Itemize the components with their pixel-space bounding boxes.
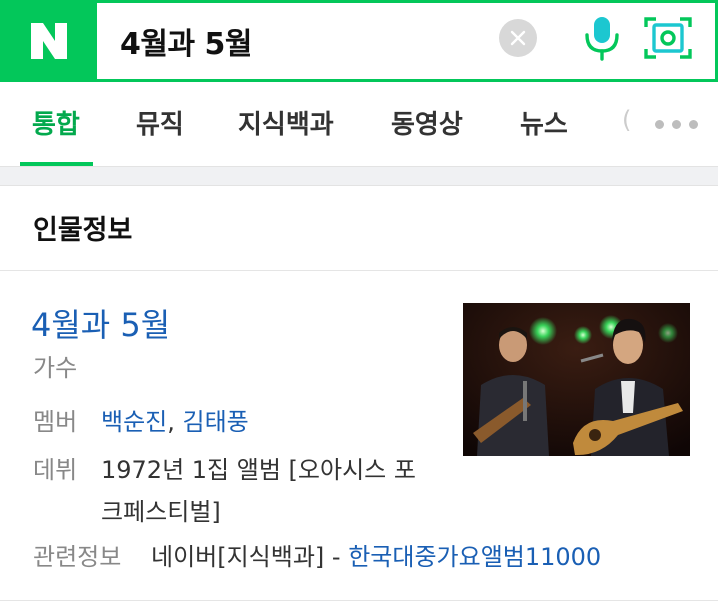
tab-partial-overflow[interactable]: ( — [622, 106, 631, 134]
search-bar: 4월과 5월 — [0, 0, 718, 82]
divider — [0, 270, 718, 271]
debut-value-line2: 크페스티벌] — [101, 498, 221, 526]
clear-icon — [510, 30, 526, 46]
member-separator: , — [167, 408, 183, 436]
person-photo[interactable] — [463, 303, 690, 456]
section-gap — [0, 166, 718, 186]
two-singers-photo — [463, 303, 690, 456]
tab-music[interactable]: 뮤직 — [136, 104, 184, 141]
person-name-link[interactable]: 4월과 5월 — [31, 300, 170, 346]
n-logo-icon — [30, 23, 67, 59]
search-input[interactable]: 4월과 5월 — [120, 19, 253, 63]
clear-button[interactable] — [499, 19, 537, 57]
related-value: 네이버[지식백과] - 한국대중가요앨범11000 — [151, 537, 601, 577]
member-link[interactable]: 백순진 — [101, 408, 167, 436]
more-icon[interactable] — [655, 120, 698, 129]
search-tabs: 통합 뮤직 지식백과 동영상 뉴스 ( — [0, 82, 718, 166]
mic-icon[interactable] — [582, 15, 622, 61]
member-link[interactable]: 김태풍 — [183, 408, 249, 436]
member-label: 멤버 — [33, 408, 78, 436]
debut-value-line1: 1972년 1집 앨범 [오아시스 포 — [101, 456, 416, 484]
tab-encyclopedia[interactable]: 지식백과 — [238, 104, 334, 141]
related-source: 네이버[지식백과] - — [151, 543, 349, 571]
debut-label: 데뷔 — [33, 456, 78, 484]
related-label: 관련정보 — [33, 543, 122, 571]
tab-news[interactable]: 뉴스 — [520, 104, 568, 141]
person-role: 가수 — [33, 354, 78, 382]
section-title: 인물정보 — [33, 215, 133, 246]
tab-video[interactable]: 동영상 — [391, 104, 463, 141]
naver-logo[interactable] — [0, 0, 97, 82]
tab-integrated[interactable]: 통합 — [32, 104, 80, 141]
card-bottom-divider — [0, 600, 718, 601]
member-list: 백순진, 김태풍 — [101, 402, 249, 442]
lens-icon[interactable] — [643, 15, 693, 61]
related-link[interactable]: 한국대중가요앨범11000 — [348, 543, 601, 571]
